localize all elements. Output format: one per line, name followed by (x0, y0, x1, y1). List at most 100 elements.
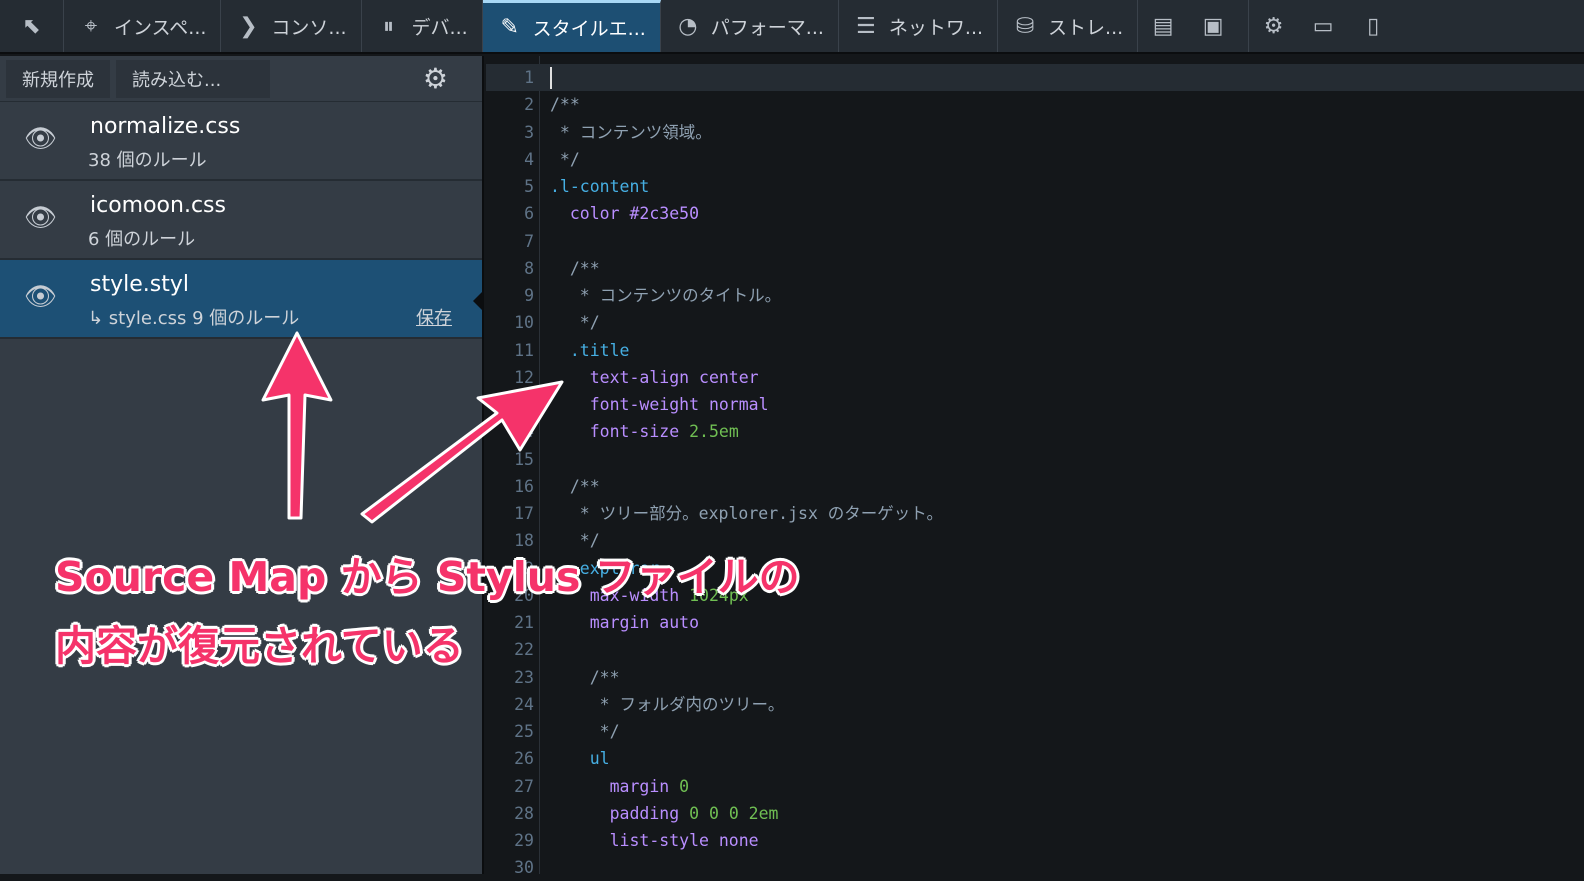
line-number: 24 (514, 694, 534, 714)
element-picker-button[interactable]: ⬉ (0, 0, 64, 52)
code-line: 15 (486, 446, 1584, 473)
line-number: 29 (514, 831, 534, 850)
settings-button[interactable]: ⚙ (1248, 0, 1298, 52)
code-token: * フォルダ内のツリー。 (550, 694, 785, 714)
import-stylesheet-button[interactable]: 読み込む... (116, 59, 270, 98)
eye-icon[interactable]: 👁︎ (24, 282, 57, 312)
code-text: .title (550, 337, 630, 364)
code-line: 25 */ (486, 718, 1584, 745)
line-number: 6 (524, 204, 534, 224)
line-number: 16 (514, 476, 534, 496)
gear-icon[interactable]: ⚙ (423, 62, 448, 95)
code-token: max-width (550, 585, 690, 605)
split-console-button[interactable]: ▤ (1138, 0, 1188, 52)
stylesheet-item[interactable]: 👁︎ normalize.css 38 個のルール (0, 102, 482, 181)
stylesheet-item[interactable]: 👁︎ icomoon.css 6 個のルール (0, 181, 482, 260)
code-text: /** (550, 664, 620, 691)
code-token: * コンテンツ領域。 (550, 122, 712, 142)
line-number: 25 (514, 722, 534, 741)
stylesheet-item[interactable]: 👁︎ style.styl ↳ style.css 9 個のルール 保存 (0, 260, 484, 339)
code-line: 19 .explorer (486, 555, 1584, 582)
dock-side-button[interactable]: ▯ (1348, 0, 1398, 52)
code-editor[interactable]: 1 2/** 3 * コンテンツ領域。 4 */5 .l-content 6 color … (486, 56, 1584, 877)
new-stylesheet-button[interactable]: 新規作成 (6, 59, 110, 98)
code-token: /** (550, 476, 600, 496)
eye-icon[interactable]: 👁︎ (24, 124, 57, 154)
code-line: 21 margin auto (486, 609, 1584, 636)
stylesheet-name: normalize.css (90, 114, 241, 139)
code-text: * コンテンツのタイトル。 (550, 282, 781, 309)
code-line: 3 * コンテンツ領域。 (486, 119, 1584, 146)
code-text: margin 0 (550, 773, 689, 800)
code-line: 1 (486, 64, 1584, 91)
code-line: 6 color #2c3e50 (486, 200, 1584, 227)
rule-count: 38 個のルール (88, 150, 207, 171)
code-token: text-align center (550, 367, 759, 387)
code-text: * コンテンツ領域。 (550, 119, 712, 146)
code-token: */ (550, 531, 600, 551)
performance-icon: ◔ (678, 13, 698, 39)
code-line: 17 * ツリー部分。explorer.jsx のターゲット。 (486, 500, 1584, 527)
code-token: list-style none (550, 831, 759, 850)
tab-label: スタイルエ... (532, 18, 646, 40)
tab-label: ストレ... (1048, 16, 1124, 39)
line-number: 13 (514, 395, 534, 414)
code-text: text-align center (550, 364, 759, 391)
dock-bottom-button[interactable]: ▭ (1298, 0, 1348, 52)
code-token: * コンテンツのタイトル。 (550, 286, 782, 305)
line-number: 30 (514, 858, 534, 878)
tab-storage[interactable]: ⛁ ストレ... (998, 0, 1139, 52)
devtools-toolbar: ⬉ ⌖ インスペ... ❯ コンソ... ⏸ デバ... ✎ スタイルエ... ◔ パフォーマ..… (0, 0, 1584, 54)
code-line: 2 /** (486, 91, 1584, 118)
selection-pointer (473, 290, 484, 312)
tab-network[interactable]: ☰ ネットワ... (839, 0, 999, 52)
dock-side-icon: ▯ (1367, 13, 1380, 39)
code-text: */ (550, 527, 600, 554)
code-token: margin auto (550, 613, 700, 632)
stylesheet-name: icomoon.css (90, 193, 226, 218)
code-token: 0 0 0 2em (689, 803, 779, 823)
code-text: */ (550, 718, 620, 745)
line-number: 20 (514, 585, 534, 605)
line-number: 14 (514, 422, 534, 442)
tab-label: コンソ... (271, 16, 347, 39)
code-line: 22 (486, 636, 1584, 663)
line-number: 21 (514, 613, 534, 632)
line-number: 28 (514, 803, 534, 823)
code-text: max-width 1024px (550, 582, 749, 609)
tab-label: インスペ... (114, 16, 207, 39)
code-text: * ツリー部分。explorer.jsx のターゲット。 (550, 500, 943, 527)
line-number: 26 (514, 749, 534, 769)
code-line: 14 font-size 2.5em (486, 418, 1584, 445)
code-text: margin auto (550, 609, 699, 636)
stylesheet-name: style.styl (90, 272, 189, 297)
tab-debugger[interactable]: ⏸ デバ... (362, 0, 483, 52)
line-number: 7 (524, 231, 534, 251)
storage-icon: ⛁ (1015, 13, 1035, 39)
code-token: */ (550, 722, 620, 741)
code-token: 1024px (689, 585, 749, 605)
code-token: .explorer (550, 558, 660, 578)
code-line: 29 list-style none (486, 827, 1584, 854)
code-text: font-weight normal (550, 391, 769, 418)
tab-style-editor[interactable]: ✎ スタイルエ... (482, 0, 661, 52)
save-link[interactable]: 保存 (416, 304, 452, 330)
code-text: ul (550, 745, 610, 772)
debugger-icon: ⏸ (383, 13, 395, 39)
responsive-mode-button[interactable]: ▣ (1188, 0, 1238, 52)
eye-icon[interactable]: 👁︎ (24, 203, 57, 233)
tab-performance[interactable]: ◔ パフォーマ... (661, 0, 839, 52)
code-token: font-weight normal (550, 395, 769, 414)
code-token: margin (550, 776, 680, 796)
code-text: /** (550, 255, 600, 282)
code-line: 7 (486, 228, 1584, 255)
line-number: 11 (514, 340, 534, 360)
code-token: .l-content (550, 177, 650, 196)
code-token: #2c3e50 (629, 204, 700, 224)
line-number: 5 (524, 177, 534, 196)
style-editor-icon: ✎ (500, 15, 519, 40)
code-token: 0 (679, 776, 690, 796)
tab-inspector[interactable]: ⌖ インスペ... (64, 0, 222, 52)
network-icon: ☰ (856, 13, 876, 39)
tab-console[interactable]: ❯ コンソ... (221, 0, 362, 52)
